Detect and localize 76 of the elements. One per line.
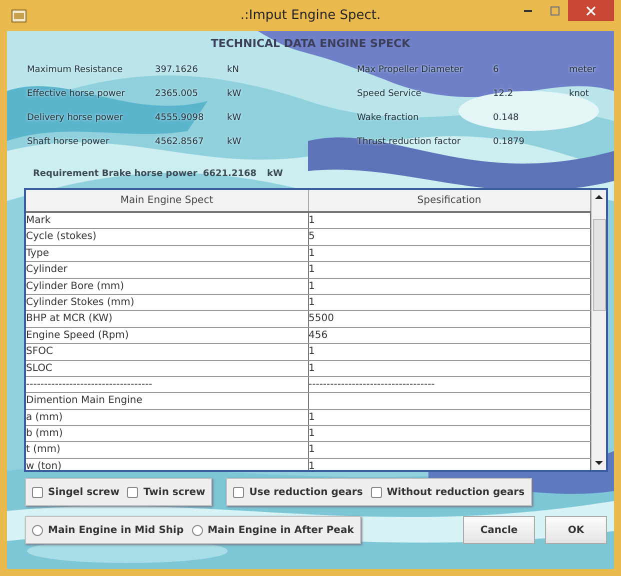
table-cell: ----------------------------------- [26,378,152,390]
table-cell: Cylinder Bore (mm) [26,280,124,292]
unit-label: kW [227,113,242,123]
app-icon [11,8,27,24]
field-label: Maximum Resistance [27,65,124,75]
table-cell: 1 [308,428,315,440]
table-cell: SFOC [26,346,53,358]
requirement-label: Requirement Brake horse power [33,169,198,179]
close-icon [586,6,596,16]
unit-label: kW [227,137,242,147]
field-value: 4562.8567 [155,137,205,147]
field-value: 4555.9098 [155,113,205,123]
field-label: Shaft horse power [27,137,110,147]
close-button[interactable] [568,0,614,21]
section-heading: TECHNICAL DATA ENGINE SPECK [210,37,410,50]
column-header[interactable]: Main Engine Spect [26,190,308,211]
table-cell: 1 [308,362,315,374]
field-value: 2365.005 [155,89,199,99]
table-cell: Cylinder Stokes (mm) [26,296,134,308]
table-cell: 1 [308,296,315,308]
field-label: Delivery horse power [27,113,124,123]
requirement-value: 6621.2168 [203,169,258,179]
checkbox-option[interactable]: Without reduction gears [370,486,525,498]
minimize-icon [524,10,532,12]
scroll-thumb[interactable] [592,219,606,311]
table-cell: b (mm) [26,428,63,440]
unit-label: kW [267,169,283,179]
field-value: 6 [493,65,500,75]
dialog-button[interactable]: OK [545,516,607,544]
table-cell: Type [26,248,49,259]
unit-label: kN [227,65,239,75]
scroll-down-icon [595,460,603,466]
table-cell: BHP at MCR (KW) [26,313,112,324]
table-cell: ----------------------------------- [308,378,435,390]
table-cell: 1 [308,460,315,470]
table-cell: w (ton) [26,460,62,470]
field-label: Thrust reduction factor [357,137,462,147]
window-title: .:Imput Engine Spect. [240,8,381,23]
table-cell: Engine Speed (Rpm) [26,330,129,341]
checkbox-option[interactable]: Use reduction gears [233,486,363,498]
maximize-icon [550,6,560,16]
unit-label: knot [569,89,589,99]
checkbox-option[interactable]: Twin screw [127,486,206,498]
table-cell: Cylinder [26,264,68,276]
unit-label: meter [569,65,596,75]
table-cell: 1 [308,412,315,423]
field-label: Wake fraction [357,113,420,123]
field-value: 12.2 [493,89,514,99]
table-cell: 1 [308,346,315,358]
field-value: 397.1626 [155,65,199,75]
unit-label: kW [227,89,242,99]
radio-option[interactable]: Main Engine in Mid Ship [32,524,184,536]
field-value: 0.1879 [493,137,526,147]
table-cell: 5500 [308,313,334,324]
table-cell: Cycle (stokes) [26,231,96,242]
table-cell: 1 [308,215,315,226]
scrollbar[interactable] [591,190,606,470]
scroll-up-icon [595,194,603,200]
table-cell: Mark [26,215,51,226]
field-label: Effective horse power [27,89,126,99]
table-cell: Dimention Main Engine [26,395,142,406]
checkbox-option[interactable]: Singel screw [32,486,120,498]
table-cell: t (mm) [26,444,60,456]
radio-option[interactable]: Main Engine in After Peak [192,524,354,536]
table-cell: 1 [308,264,315,276]
table-cell: 1 [308,444,315,456]
table-cell: SLOC [26,362,52,374]
table-cell: 456 [308,330,328,341]
table-cell: 1 [308,280,315,292]
table-cell: a (mm) [26,412,63,423]
field-value: 0.148 [493,113,520,123]
table-cell: 5 [308,231,315,242]
field-label: Speed Service [357,89,422,99]
dialog-button[interactable]: Cancle [463,516,535,544]
table-cell: 1 [308,248,315,259]
field-label: Max Propeller Diameter [357,65,464,75]
